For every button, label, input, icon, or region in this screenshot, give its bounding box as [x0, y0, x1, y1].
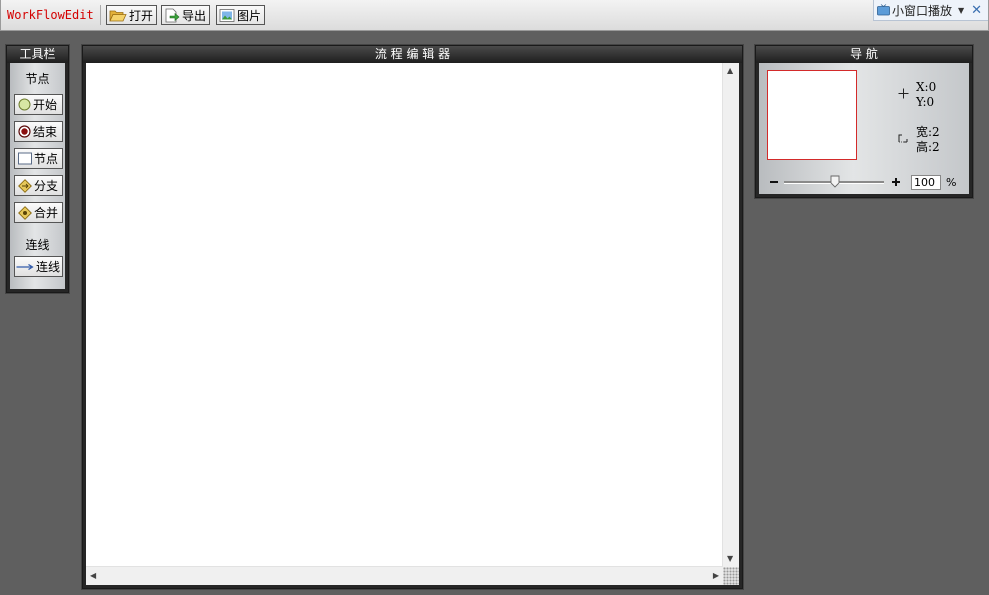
export-button[interactable]: 导出 — [161, 5, 211, 25]
top-toolbar: WorkFlowEdit 打开 导出 图片 小窗口播放 ▼ ✕ — [0, 0, 989, 31]
minimap-preview[interactable] — [767, 70, 857, 160]
zoom-slider-thumb[interactable] — [830, 175, 840, 188]
merge-node-button[interactable]: 合并 — [14, 202, 63, 223]
scroll-left-icon[interactable]: ◀ — [90, 572, 96, 580]
end-node-button[interactable]: 结束 — [14, 121, 63, 142]
editor-canvas[interactable]: ▲ ▼ ◀ ▶ — [86, 63, 739, 585]
resize-icon — [898, 134, 908, 143]
editor-panel: 流 程 编 辑 器 ▲ ▼ ◀ ▶ — [82, 45, 743, 589]
branch-node-label: 分支 — [34, 179, 59, 193]
zoom-out-icon[interactable] — [769, 177, 779, 187]
image-icon — [219, 8, 235, 22]
start-node-button[interactable]: 开始 — [14, 94, 63, 115]
toolbox-panel: 工具栏 节点 开始 结束 节点 分支 合并 连线 连线 — [6, 45, 69, 293]
toolbox-body: 节点 开始 结束 节点 分支 合并 连线 连线 — [10, 63, 65, 289]
size-height: 高:2 — [916, 140, 940, 154]
position-y: Y:0 — [916, 95, 935, 109]
toolbox-title: 工具栏 — [7, 46, 68, 63]
mini-window-play-bar[interactable]: 小窗口播放 ▼ ✕ — [873, 0, 988, 21]
toolbar-separator — [100, 5, 101, 25]
image-button-label: 图片 — [237, 8, 262, 23]
image-button[interactable]: 图片 — [216, 5, 266, 25]
app-title: WorkFlowEdit — [7, 8, 94, 22]
zoom-in-icon[interactable] — [891, 177, 901, 187]
open-button-label: 打开 — [129, 8, 154, 23]
zoom-percent-input[interactable] — [911, 175, 941, 190]
branch-node-button[interactable]: 分支 — [14, 175, 63, 196]
size-width: 宽:2 — [916, 125, 940, 139]
task-node-button[interactable]: 节点 — [14, 148, 63, 169]
export-button-label: 导出 — [182, 8, 207, 23]
lines-section-label: 连线 — [25, 238, 50, 252]
end-node-label: 结束 — [33, 125, 58, 139]
start-node-label: 开始 — [33, 98, 58, 112]
scroll-down-icon[interactable]: ▼ — [727, 555, 733, 563]
crosshair-icon — [898, 88, 909, 99]
navigation-title: 导 航 — [756, 46, 972, 63]
branch-diamond-icon — [18, 178, 32, 193]
merge-diamond-icon — [18, 205, 32, 220]
connector-line-button[interactable]: 连线 — [14, 256, 63, 277]
scroll-up-icon[interactable]: ▲ — [727, 67, 733, 75]
connector-line-label: 连线 — [36, 260, 61, 274]
scroll-right-icon[interactable]: ▶ — [713, 572, 719, 580]
mini-play-label: 小窗口播放 — [892, 3, 953, 18]
navigation-panel: 导 航 X:0 Y:0 宽:2 高:2 % — [755, 45, 973, 198]
editor-title: 流 程 编 辑 器 — [83, 46, 742, 63]
horizontal-scrollbar[interactable]: ◀ ▶ — [86, 566, 723, 585]
arrow-line-icon — [16, 263, 34, 270]
nodes-section-label: 节点 — [25, 72, 50, 86]
folder-open-icon — [109, 10, 127, 21]
navigation-body: X:0 Y:0 宽:2 高:2 % — [759, 63, 969, 194]
dropdown-arrow-icon[interactable]: ▼ — [958, 6, 964, 15]
vertical-scrollbar[interactable]: ▲ ▼ — [722, 63, 739, 567]
node-square-icon — [18, 152, 32, 165]
open-button[interactable]: 打开 — [106, 5, 158, 25]
resize-grip[interactable] — [723, 567, 739, 585]
position-x: X:0 — [916, 80, 937, 94]
close-icon[interactable]: ✕ — [971, 3, 982, 18]
end-circle-icon — [18, 125, 31, 138]
merge-node-label: 合并 — [34, 206, 59, 220]
zoom-unit: % — [946, 176, 957, 189]
start-circle-icon — [18, 98, 31, 111]
zoom-slider-track[interactable] — [784, 175, 884, 188]
tv-icon — [877, 4, 890, 16]
export-icon — [165, 8, 180, 22]
task-node-label: 节点 — [34, 152, 59, 166]
